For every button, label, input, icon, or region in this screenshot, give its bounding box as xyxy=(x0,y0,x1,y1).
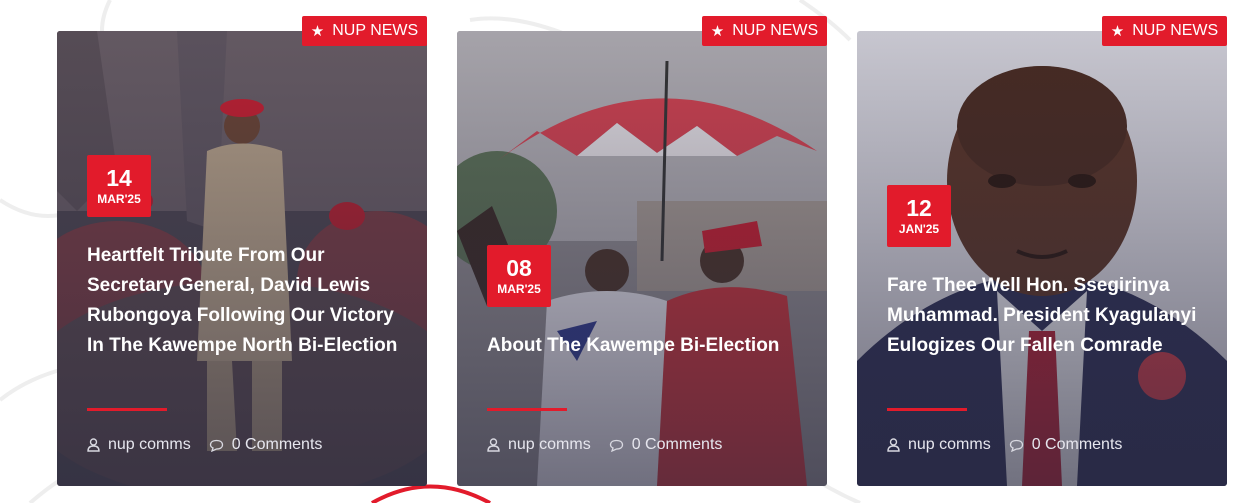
category-tag-label-1: NUP NEWS xyxy=(332,22,419,39)
category-tag-label-2: NUP NEWS xyxy=(732,22,819,39)
category-tag-2[interactable]: ★ NUP NEWS xyxy=(702,16,827,46)
user-icon xyxy=(87,438,100,452)
star-icon: ★ xyxy=(1110,22,1125,40)
date-month-1: MAR'25 xyxy=(97,192,141,206)
card-meta-3: nup comms 0 Comments xyxy=(887,436,1122,454)
user-icon xyxy=(887,438,900,452)
news-card-1[interactable]: 14 MAR'25 Heartfelt Tribute From Our Sec… xyxy=(57,31,427,486)
category-tag-3[interactable]: ★ NUP NEWS xyxy=(1102,16,1227,46)
comment-icon xyxy=(1009,439,1023,452)
comments-link-2[interactable]: 0 Comments xyxy=(632,436,723,454)
date-badge-3: 12 JAN'25 xyxy=(887,185,951,247)
card-title-2[interactable]: About The Kawempe Bi-Election xyxy=(487,331,805,361)
comment-icon xyxy=(609,439,623,452)
date-day-3: 12 xyxy=(906,195,932,221)
star-icon: ★ xyxy=(310,22,325,40)
title-underline-1 xyxy=(87,408,167,411)
date-month-3: JAN'25 xyxy=(898,222,940,236)
news-card-3[interactable]: 12 JAN'25 Fare Thee Well Hon. Ssegirinya… xyxy=(857,31,1227,486)
category-tag-label-3: NUP NEWS xyxy=(1132,22,1219,39)
date-badge-1: 14 MAR'25 xyxy=(87,155,151,217)
card-title-1[interactable]: Heartfelt Tribute From Our Secretary Gen… xyxy=(87,241,405,361)
comments-link-1[interactable]: 0 Comments xyxy=(232,436,323,454)
card-overlay-3 xyxy=(857,31,1227,486)
title-underline-3 xyxy=(887,408,967,411)
date-day-2: 08 xyxy=(506,255,532,281)
author-link-2[interactable]: nup comms xyxy=(508,436,591,454)
user-icon xyxy=(487,438,500,452)
author-link-1[interactable]: nup comms xyxy=(108,436,191,454)
category-tag-1[interactable]: ★ NUP NEWS xyxy=(302,16,427,46)
star-icon: ★ xyxy=(710,22,725,40)
author-link-3[interactable]: nup comms xyxy=(908,436,991,454)
title-underline-2 xyxy=(487,408,567,411)
date-day-1: 14 xyxy=(106,165,132,191)
comment-icon xyxy=(209,439,223,452)
news-card-2[interactable]: 08 MAR'25 About The Kawempe Bi-Election … xyxy=(457,31,827,486)
card-meta-1: nup comms 0 Comments xyxy=(87,436,322,454)
date-month-2: MAR'25 xyxy=(497,282,541,296)
date-badge-2: 08 MAR'25 xyxy=(487,245,551,307)
comments-link-3[interactable]: 0 Comments xyxy=(1032,436,1123,454)
card-title-3[interactable]: Fare Thee Well Hon. Ssegirinya Muhammad.… xyxy=(887,271,1205,361)
card-meta-2: nup comms 0 Comments xyxy=(487,436,722,454)
